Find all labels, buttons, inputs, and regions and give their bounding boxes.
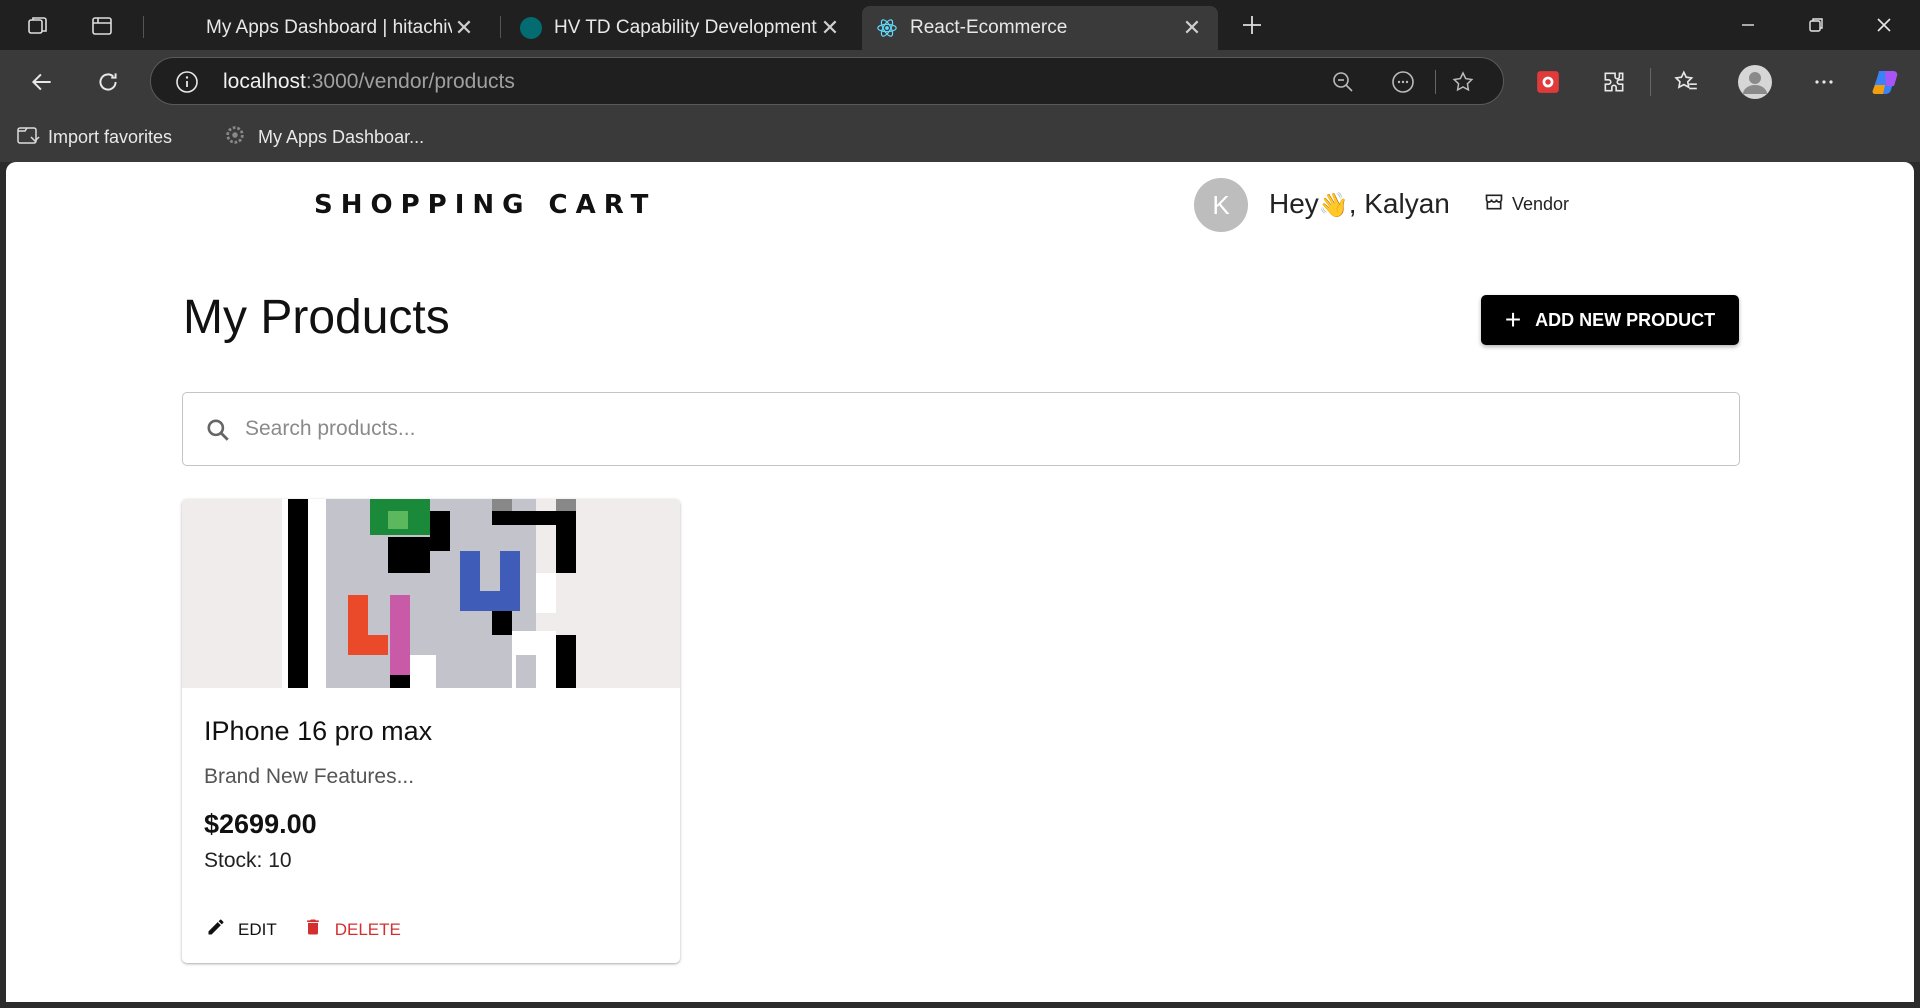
close-icon[interactable]: ✕ [818, 15, 842, 41]
page-title: My Products [183, 291, 450, 344]
new-tab-icon[interactable] [1238, 11, 1266, 39]
search-icon [205, 417, 231, 448]
tab-title: React-Ecommerce [910, 17, 1068, 38]
avatar[interactable]: K [1194, 178, 1248, 232]
back-icon[interactable] [26, 66, 58, 98]
workspaces-icon[interactable] [24, 12, 52, 40]
tab-react-ecommerce[interactable]: React-Ecommerce ✕ [862, 6, 1218, 50]
zoom-out-icon[interactable] [1331, 70, 1355, 99]
react-icon [876, 17, 898, 39]
copilot-icon[interactable] [1870, 66, 1902, 98]
page-content: SHOPPING CART K Hey👋, Kalyan Vendor My P… [6, 162, 1914, 1002]
product-stock: Stock: 10 [204, 849, 292, 872]
search-box [182, 392, 1740, 466]
extension-red-icon[interactable] [1532, 66, 1564, 98]
card-actions: EDIT DELETE [200, 913, 407, 946]
tab-hv-td[interactable]: HV TD Capability Development (L ✕ [506, 6, 856, 50]
sharepoint-icon [520, 17, 542, 39]
edit-button[interactable]: EDIT [200, 913, 283, 946]
browser-toolbar: localhost:3000/vendor/products [0, 50, 1920, 114]
product-description: Brand New Features... [204, 765, 415, 788]
store-icon [1484, 192, 1504, 217]
tab-title: HV TD Capability Development (L [554, 17, 818, 38]
restore-icon[interactable] [1796, 8, 1836, 42]
plus-icon: + [1504, 304, 1522, 335]
product-name: IPhone 16 pro max [204, 716, 433, 746]
product-image [182, 499, 680, 688]
delete-button[interactable]: DELETE [297, 913, 407, 946]
favorites-bar: Import favorites My Apps Dashboar... [0, 114, 1920, 162]
browser-tab-bar: My Apps Dashboard | hitachivanta ✕ HV TD… [0, 0, 1920, 50]
import-favorites[interactable]: Import favorites [16, 124, 172, 151]
profile-avatar-icon[interactable] [1737, 64, 1773, 100]
site-info-icon[interactable] [175, 70, 199, 99]
close-icon[interactable]: ✕ [1180, 15, 1204, 41]
tab-actions-icon[interactable] [88, 12, 116, 40]
extensions-icon[interactable] [1598, 66, 1630, 98]
tab-my-apps[interactable]: My Apps Dashboard | hitachivanta ✕ [160, 6, 490, 50]
product-card: IPhone 16 pro max Brand New Features... … [182, 499, 680, 963]
favorites-icon[interactable] [1670, 66, 1702, 98]
tab-title: My Apps Dashboard | hitachivanta [206, 17, 452, 38]
pencil-icon [206, 917, 226, 942]
trash-icon [303, 917, 323, 942]
more-menu-icon[interactable] [1808, 66, 1840, 98]
favorite-star-icon[interactable] [1451, 70, 1475, 99]
add-new-product-button[interactable]: + ADD NEW PRODUCT [1481, 295, 1739, 345]
user-greeting: Hey👋, Kalyan [1269, 188, 1450, 219]
url-text: localhost:3000/vendor/products [223, 70, 515, 93]
fav-my-apps[interactable]: My Apps Dashboar... [224, 124, 424, 151]
minimize-icon[interactable] [1728, 8, 1768, 42]
wave-emoji-icon: 👋 [1318, 192, 1349, 219]
gear-icon [224, 124, 246, 151]
window-close-icon[interactable] [1864, 8, 1904, 42]
read-aloud-icon[interactable] [1391, 70, 1415, 99]
search-input[interactable] [245, 411, 1695, 447]
vendor-link[interactable]: Vendor [1484, 192, 1569, 217]
tab-favicon [174, 18, 194, 38]
brand-logo[interactable]: SHOPPING CART [314, 190, 656, 220]
import-icon [16, 124, 40, 151]
product-price: $2699.00 [204, 809, 317, 839]
address-bar[interactable]: localhost:3000/vendor/products [150, 57, 1504, 105]
close-icon[interactable]: ✕ [452, 15, 476, 41]
refresh-icon[interactable] [92, 66, 124, 98]
